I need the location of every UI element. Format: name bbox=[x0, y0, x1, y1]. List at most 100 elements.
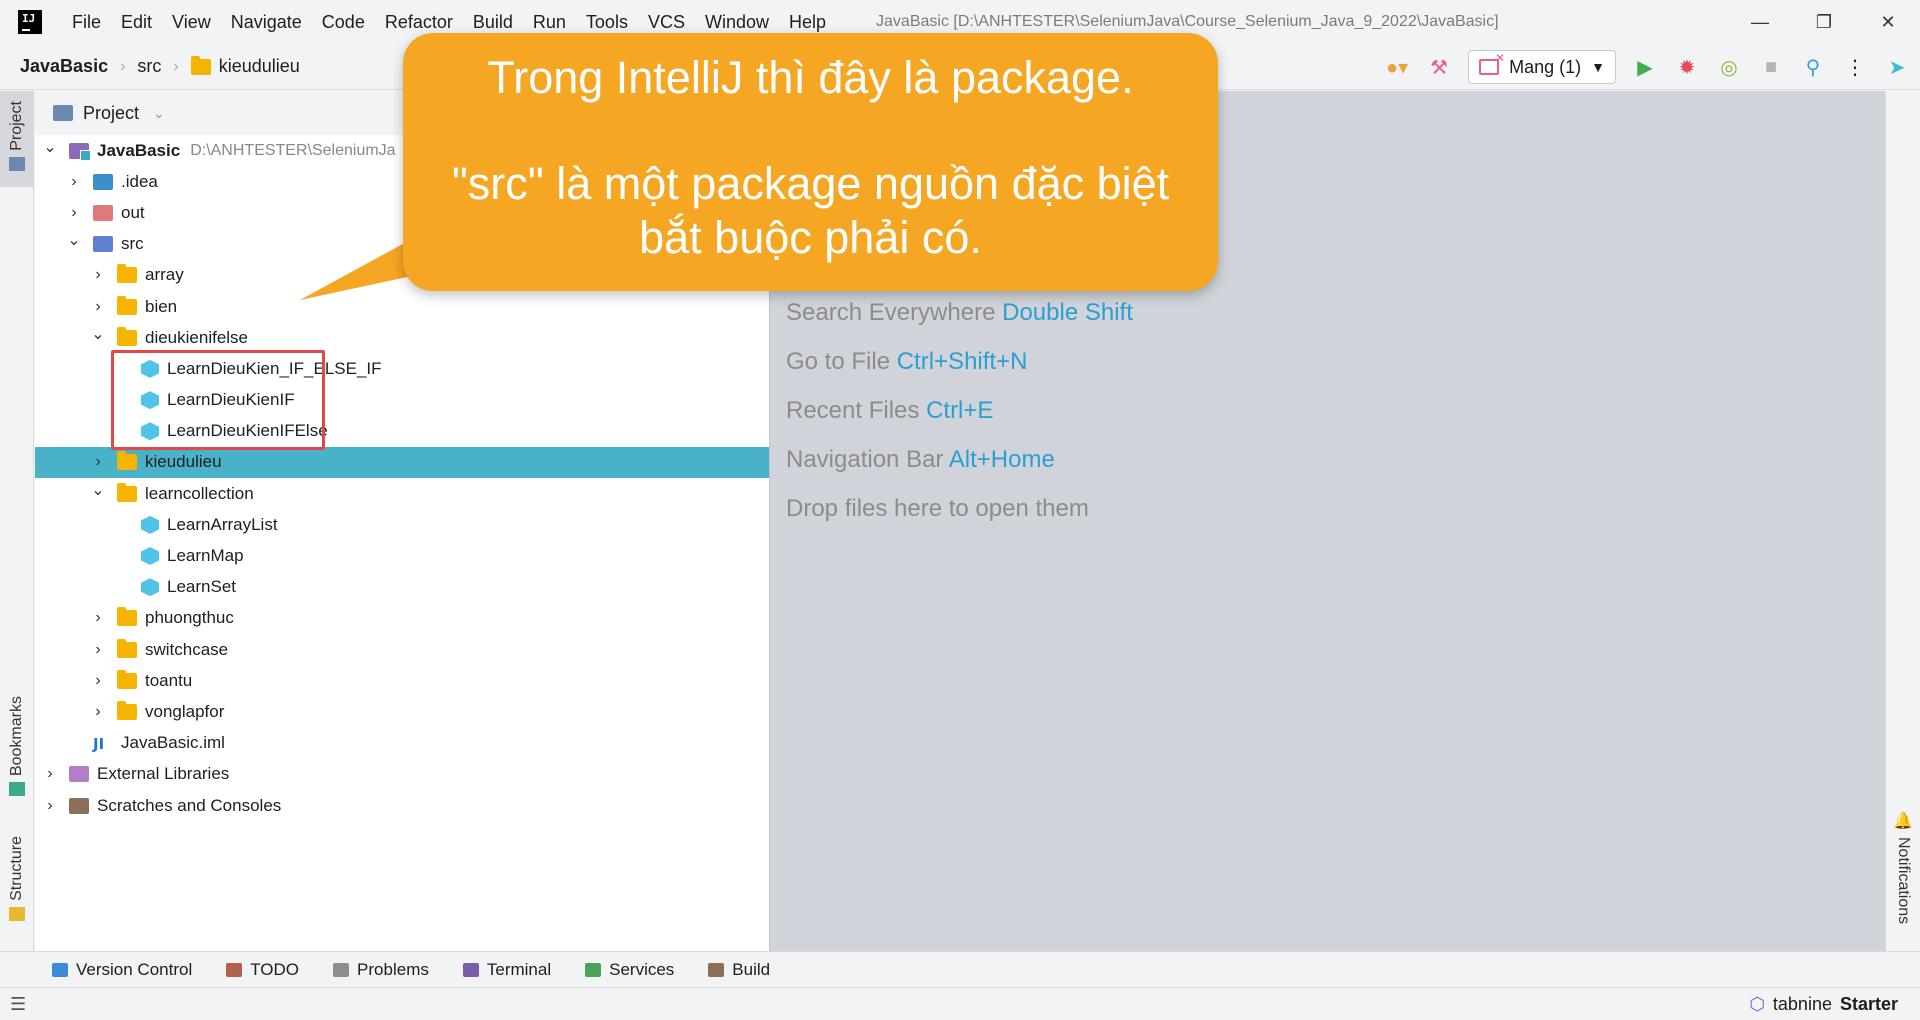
tree-item-label: toantu bbox=[145, 670, 193, 690]
hint-text: Drop files here to open them bbox=[786, 495, 1089, 522]
chevron-down-icon[interactable]: ⌄ bbox=[65, 230, 83, 250]
idea-folder-icon bbox=[93, 173, 113, 190]
tree-item[interactable]: ›LearnDieuKien_IF_ELSE_IF bbox=[35, 353, 769, 384]
menu-navigate[interactable]: Navigate bbox=[221, 12, 312, 33]
tabnine-status[interactable]: ⬡ tabnine Starter bbox=[1749, 994, 1898, 1015]
tree-item[interactable]: ›LearnMap bbox=[35, 540, 769, 571]
tab-bookmarks[interactable]: Bookmarks bbox=[0, 696, 34, 816]
build-hammer-icon[interactable]: ⚒ bbox=[1426, 54, 1452, 80]
run-configuration-selector[interactable]: Mang (1) ▼ bbox=[1468, 50, 1616, 84]
chevron-down-icon[interactable]: ⌄ bbox=[153, 105, 165, 122]
plugin-arrow-icon[interactable]: ➤ bbox=[1884, 54, 1910, 80]
tree-item[interactable]: ›LearnArrayList bbox=[35, 509, 769, 540]
tree-item[interactable]: ›LearnDieuKienIF bbox=[35, 385, 769, 416]
menu-edit[interactable]: Edit bbox=[111, 12, 162, 33]
breadcrumb-folder[interactable]: kieudulieu bbox=[219, 56, 300, 77]
menu-tools[interactable]: Tools bbox=[576, 12, 638, 33]
hint-shortcut: Double Shift bbox=[1002, 299, 1133, 326]
package-icon bbox=[117, 264, 137, 284]
tree-item[interactable]: ›LearnSet bbox=[35, 572, 769, 603]
chevron-down-icon[interactable]: ⌄ bbox=[41, 137, 59, 157]
intellij-logo-icon[interactable]: IJ bbox=[15, 7, 45, 37]
tree-item[interactable]: ›LearnDieuKienIFElse bbox=[35, 416, 769, 447]
package-icon bbox=[117, 295, 137, 315]
tool-problems[interactable]: Problems bbox=[333, 960, 429, 980]
tree-item[interactable]: › switchcase bbox=[35, 634, 769, 665]
tree-item[interactable]: ⌄ learncollection bbox=[35, 478, 769, 509]
tree-item[interactable]: › kieudulieu bbox=[35, 446, 769, 479]
run-icon[interactable]: ▶ bbox=[1632, 54, 1658, 80]
hint-shortcut: Alt+Home bbox=[948, 446, 1055, 473]
chevron-right-icon[interactable]: › bbox=[89, 266, 107, 284]
chevron-right-icon[interactable]: › bbox=[89, 672, 107, 690]
breadcrumb-separator: › bbox=[173, 57, 179, 75]
tree-item[interactable]: › phuongthuc bbox=[35, 603, 769, 634]
run-config-icon bbox=[1479, 51, 1505, 75]
tree-item-label: learncollection bbox=[145, 483, 254, 503]
chevron-right-icon[interactable]: › bbox=[65, 173, 83, 191]
restore-icon[interactable]: ❐ bbox=[1792, 0, 1856, 44]
tab-notifications-label: Notifications bbox=[1895, 837, 1912, 925]
todo-icon bbox=[226, 962, 243, 977]
menu-window[interactable]: Window bbox=[695, 12, 779, 33]
hint-text: Navigation Bar bbox=[786, 446, 944, 473]
tree-item[interactable]: › vonglapfor bbox=[35, 696, 769, 727]
iml-file-icon: JI bbox=[93, 735, 105, 754]
tab-structure[interactable]: Structure bbox=[0, 836, 34, 946]
tree-item[interactable]: › External Libraries bbox=[35, 759, 769, 790]
package-icon bbox=[117, 607, 137, 627]
menu-file[interactable]: File bbox=[62, 12, 111, 33]
tree-item-label: .idea bbox=[121, 171, 158, 191]
tree-item[interactable]: ⌄ dieukienifelse bbox=[35, 322, 769, 353]
tool-services[interactable]: Services bbox=[585, 960, 674, 980]
tool-build[interactable]: Build bbox=[708, 960, 770, 980]
tool-terminal[interactable]: Terminal bbox=[462, 960, 551, 980]
menu-run[interactable]: Run bbox=[523, 12, 576, 33]
menu-view[interactable]: View bbox=[162, 12, 221, 33]
chevron-right-icon[interactable]: › bbox=[89, 453, 107, 471]
version-control-icon bbox=[52, 962, 68, 977]
tree-item-label: out bbox=[121, 202, 145, 222]
stop-icon[interactable]: ■ bbox=[1758, 54, 1784, 80]
tree-item-label: phuongthuc bbox=[145, 608, 234, 628]
chevron-right-icon[interactable]: › bbox=[89, 641, 107, 659]
minimize-icon[interactable]: — bbox=[1728, 0, 1792, 44]
search-icon[interactable]: ⚲ bbox=[1800, 54, 1826, 80]
breadcrumb: JavaBasic › src › kieudulieu bbox=[0, 55, 300, 77]
more-icon[interactable]: ⋮ bbox=[1842, 54, 1868, 80]
project-icon bbox=[9, 156, 25, 171]
menu-help[interactable]: Help bbox=[779, 12, 836, 33]
chevron-right-icon[interactable]: › bbox=[65, 204, 83, 222]
tree-item[interactable]: › toantu bbox=[35, 665, 769, 696]
breadcrumb-project[interactable]: JavaBasic bbox=[20, 56, 108, 77]
close-icon[interactable]: ✕ bbox=[1856, 0, 1920, 44]
chevron-right-icon[interactable]: › bbox=[41, 797, 59, 815]
chevron-right-icon[interactable]: › bbox=[89, 609, 107, 627]
code-with-me-icon[interactable]: ●▾ bbox=[1384, 54, 1410, 80]
editor-hint: Navigation Bar Alt+Home bbox=[786, 446, 1055, 474]
package-icon bbox=[117, 451, 137, 471]
menu-refactor[interactable]: Refactor bbox=[375, 12, 463, 33]
chevron-right-icon[interactable]: › bbox=[89, 703, 107, 721]
layers-icon[interactable]: ☰ bbox=[10, 994, 26, 1015]
tab-project[interactable]: Project bbox=[0, 91, 34, 187]
tree-item[interactable]: ›JIJavaBasic.iml bbox=[35, 728, 769, 759]
chevron-right-icon[interactable]: › bbox=[41, 765, 59, 783]
breadcrumb-src[interactable]: src bbox=[137, 56, 161, 77]
debug-icon[interactable]: ✹ bbox=[1674, 54, 1700, 80]
annotation-callout: Trong IntelliJ thì đây là package. "src"… bbox=[403, 33, 1218, 291]
editor-hint: Recent Files Ctrl+E bbox=[786, 397, 993, 425]
tab-notifications[interactable]: 🔔 Notifications bbox=[1886, 811, 1920, 946]
menu-vcs[interactable]: VCS bbox=[638, 12, 695, 33]
tool-todo[interactable]: TODO bbox=[226, 960, 299, 980]
menu-build[interactable]: Build bbox=[463, 12, 523, 33]
tree-item-label: dieukienifelse bbox=[145, 327, 249, 347]
coverage-icon[interactable]: ◎ bbox=[1716, 54, 1742, 80]
menu-code[interactable]: Code bbox=[312, 12, 375, 33]
chevron-right-icon[interactable]: › bbox=[89, 298, 107, 316]
tree-item[interactable]: › Scratches and Consoles bbox=[35, 790, 769, 821]
chevron-down-icon[interactable]: ⌄ bbox=[89, 324, 107, 344]
chevron-down-icon[interactable]: ⌄ bbox=[89, 480, 107, 500]
tool-version-control[interactable]: Version Control bbox=[52, 960, 192, 980]
package-icon bbox=[117, 638, 137, 658]
